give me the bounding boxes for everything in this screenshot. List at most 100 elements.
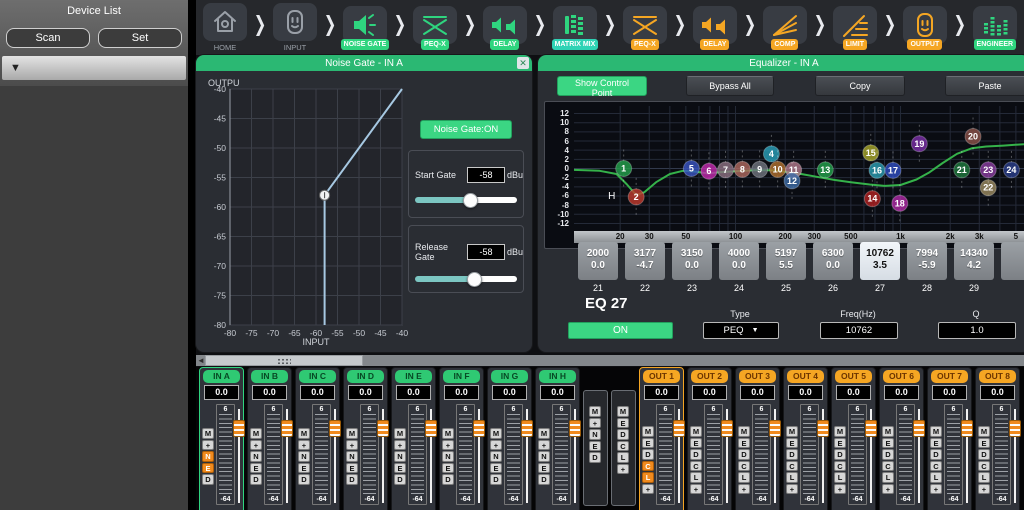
strip-button-d[interactable]: D <box>442 474 454 485</box>
strip-button-d[interactable]: D <box>346 474 358 485</box>
strip-button-e[interactable]: E <box>589 441 601 452</box>
strip-button-e[interactable]: E <box>490 463 502 474</box>
channel-value[interactable]: 0.0 <box>444 385 479 400</box>
strip-button-d[interactable]: D <box>617 429 629 440</box>
strip-button-+[interactable]: + <box>490 440 502 451</box>
strip-button-m[interactable]: M <box>202 428 214 439</box>
channel-value[interactable]: 0.0 <box>836 385 871 400</box>
strip-button-n[interactable]: N <box>490 451 502 462</box>
channel-value[interactable]: 0.0 <box>300 385 335 400</box>
strip-button-n[interactable]: N <box>346 451 358 462</box>
eq-band-cell[interactable]: 107623.5 <box>860 242 900 280</box>
strip-button-e[interactable]: E <box>538 463 550 474</box>
strip-button-d[interactable]: D <box>738 449 750 460</box>
channel-label[interactable]: IN E <box>395 370 432 383</box>
channel-value[interactable]: 0.0 <box>492 385 527 400</box>
strip-button-m[interactable]: M <box>442 428 454 439</box>
strip-button-m[interactable]: M <box>589 406 601 417</box>
device-dropdown[interactable]: ▼ <box>2 56 186 80</box>
toolbar-item-limit[interactable]: LIMIT <box>830 6 880 50</box>
strip-button-d[interactable]: D <box>930 449 942 460</box>
fader-knob[interactable] <box>521 420 533 437</box>
strip-button-c[interactable]: C <box>617 441 629 452</box>
channel-value[interactable]: 0.0 <box>980 385 1015 400</box>
eq-band-cell[interactable]: 143404.2 <box>954 242 994 280</box>
channel-value[interactable]: 0.0 <box>540 385 575 400</box>
fader-knob[interactable] <box>769 420 781 437</box>
toolbar-item-delay[interactable]: DELAY <box>690 6 740 50</box>
strip-button-+[interactable]: + <box>834 484 846 495</box>
strip-button-+[interactable]: + <box>589 418 601 429</box>
strip-button-l[interactable]: L <box>834 472 846 483</box>
release-gate-value[interactable]: -58 <box>467 244 505 260</box>
strip-button-n[interactable]: N <box>589 429 601 440</box>
strip-button-m[interactable]: M <box>786 426 798 437</box>
strip-button-l[interactable]: L <box>786 472 798 483</box>
strip-button-+[interactable]: + <box>642 484 654 495</box>
fader-knob[interactable] <box>569 420 581 437</box>
strip-button-m[interactable]: M <box>834 426 846 437</box>
fader-knob[interactable] <box>233 420 245 437</box>
strip-button-c[interactable]: C <box>978 461 990 472</box>
strip-button-c[interactable]: C <box>642 461 654 472</box>
type-dropdown[interactable]: PEQ ▼ <box>703 322 779 339</box>
channel-label[interactable]: OUT 3 <box>739 370 776 383</box>
channel-label[interactable]: OUT 7 <box>931 370 968 383</box>
set-button[interactable]: Set <box>98 28 182 48</box>
strip-button-c[interactable]: C <box>690 461 702 472</box>
strip-button-e[interactable]: E <box>442 463 454 474</box>
toolbar-item-engineer[interactable]: ENGINEER <box>970 6 1020 50</box>
channel-value[interactable]: 0.0 <box>204 385 239 400</box>
strip-button-c[interactable]: C <box>930 461 942 472</box>
channel-label[interactable]: IN F <box>443 370 480 383</box>
strip-button-d[interactable]: D <box>202 474 214 485</box>
strip-button-e[interactable]: E <box>738 438 750 449</box>
strip-button-m[interactable]: M <box>642 426 654 437</box>
strip-button-e[interactable]: E <box>250 463 262 474</box>
eq-band-cell[interactable]: 20000.0 <box>578 242 618 280</box>
fader-knob[interactable] <box>961 420 973 437</box>
strip-button-e[interactable]: E <box>617 418 629 429</box>
channel-value[interactable]: 0.0 <box>740 385 775 400</box>
strip-button-l[interactable]: L <box>930 472 942 483</box>
strip-button-d[interactable]: D <box>298 474 310 485</box>
strip-button-m[interactable]: M <box>617 406 629 417</box>
channel-value[interactable]: 0.0 <box>932 385 967 400</box>
strip-button-m[interactable]: M <box>538 428 550 439</box>
eq-band-cell[interactable]: 40000.0 <box>719 242 759 280</box>
strip-button-+[interactable]: + <box>882 484 894 495</box>
fader-knob[interactable] <box>329 420 341 437</box>
strip-button-+[interactable]: + <box>690 484 702 495</box>
strip-button-d[interactable]: D <box>786 449 798 460</box>
noise-gate-power-button[interactable]: Noise Gate:ON <box>420 120 512 139</box>
strip-button-m[interactable]: M <box>298 428 310 439</box>
strip-button-c[interactable]: C <box>786 461 798 472</box>
fader-knob[interactable] <box>425 420 437 437</box>
fader-knob[interactable] <box>865 420 877 437</box>
strip-button-m[interactable]: M <box>738 426 750 437</box>
strip-button-e[interactable]: E <box>298 463 310 474</box>
strip-button-c[interactable]: C <box>738 461 750 472</box>
strip-button-e[interactable]: E <box>834 438 846 449</box>
eq-band-cell[interactable]: 3177-4.7 <box>625 242 665 280</box>
q-input[interactable]: 1.0 <box>938 322 1016 339</box>
eq-band-cell[interactable] <box>1001 242 1024 280</box>
strip-button-d[interactable]: D <box>538 474 550 485</box>
eq-band-cell[interactable]: 7994-5.9 <box>907 242 947 280</box>
scan-button[interactable]: Scan <box>6 28 90 48</box>
channel-label[interactable]: IN C <box>299 370 336 383</box>
eq-band-on-button[interactable]: ON <box>568 322 673 339</box>
strip-button-e[interactable]: E <box>346 463 358 474</box>
fader-knob[interactable] <box>281 420 293 437</box>
channel-label[interactable]: OUT 5 <box>835 370 872 383</box>
toolbar-item-comp[interactable]: COMP <box>760 6 810 50</box>
eq-response-graph[interactable]: 12567894101112131415161718192021222324H <box>574 106 1024 231</box>
strip-button-m[interactable]: M <box>250 428 262 439</box>
strip-button-+[interactable]: + <box>930 484 942 495</box>
channel-value[interactable]: 0.0 <box>644 385 679 400</box>
fader-knob[interactable] <box>721 420 733 437</box>
strip-button-e[interactable]: E <box>690 438 702 449</box>
strip-button-n[interactable]: N <box>442 451 454 462</box>
horizontal-scrollbar[interactable]: ◄ <box>196 355 1024 366</box>
channel-value[interactable]: 0.0 <box>396 385 431 400</box>
